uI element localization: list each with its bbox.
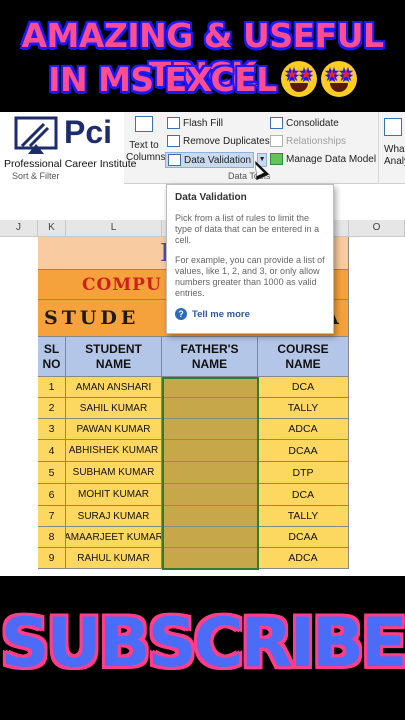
sl-no-cell[interactable]: 3	[38, 419, 66, 440]
consolidate-icon	[270, 117, 283, 129]
course-name-cell[interactable]: TALLY	[258, 398, 349, 419]
help-icon: ?	[175, 308, 187, 320]
manage-data-model-icon	[270, 153, 283, 165]
what-if-analysis-button[interactable]: What Analy	[384, 118, 405, 168]
text-to-columns-label-2: Columns	[126, 152, 166, 163]
manage-data-model-label: Manage Data Model	[286, 153, 377, 165]
column-header-l[interactable]: L	[66, 220, 162, 237]
sl-no-cell[interactable]: 1	[38, 377, 66, 398]
course-name-cell[interactable]: DCAA	[258, 527, 349, 548]
remove-duplicates-button[interactable]: Remove Duplicates	[167, 135, 270, 147]
course-name-cell[interactable]: DTP	[258, 462, 349, 484]
flash-fill-icon	[167, 117, 180, 129]
header-father-name: FATHER'S NAME	[162, 337, 258, 377]
sl-no-cell[interactable]: 2	[38, 398, 66, 419]
student-name-cell[interactable]: AMAARJEET KUMAR	[66, 527, 162, 548]
banner-title-line2: IN MS EXCEL	[0, 60, 405, 100]
data-validation-icon	[168, 154, 181, 166]
manage-data-model-button[interactable]: Manage Data Model	[270, 153, 376, 165]
sl-no-cell[interactable]: 6	[38, 484, 66, 506]
data-validation-tooltip: Data Validation Pick from a list of rule…	[166, 184, 334, 334]
header-father-line2: NAME	[191, 356, 228, 371]
star-eyes-emoji-icon	[280, 60, 317, 97]
header-student-line1: STUDENT	[85, 341, 142, 356]
consolidate-label: Consolidate	[286, 117, 339, 129]
header-course-line1: COURSE	[277, 341, 329, 356]
what-if-analysis-icon	[384, 118, 402, 136]
header-sl-line1: SL	[43, 341, 60, 356]
sl-no-cell[interactable]: 7	[38, 506, 66, 527]
flash-fill-button[interactable]: Flash Fill	[167, 117, 223, 129]
tell-me-more-link[interactable]: ? Tell me more	[175, 308, 325, 320]
father-name-cell[interactable]	[162, 377, 258, 398]
header-course-line2: NAME	[285, 356, 321, 371]
father-name-cell[interactable]	[162, 484, 258, 506]
father-name-cell[interactable]	[162, 548, 258, 569]
father-name-cell[interactable]	[162, 398, 258, 419]
remove-duplicates-icon	[167, 135, 180, 147]
header-student-name: STUDENT NAME	[66, 337, 162, 377]
student-name-cell[interactable]: SURAJ KUMAR	[66, 506, 162, 527]
header-sl-line2: NO	[42, 356, 61, 371]
tooltip-title: Data Validation	[175, 192, 247, 203]
course-name-cell[interactable]: TALLY	[258, 506, 349, 527]
course-name-cell[interactable]: DCA	[258, 377, 349, 398]
relationships-button[interactable]: Relationships	[270, 135, 346, 147]
what-if-label-1: What	[384, 144, 405, 155]
relationships-icon	[270, 135, 283, 147]
text-to-columns-label-1: Text to	[129, 140, 159, 151]
data-validation-highlight: Data Validation	[165, 152, 255, 168]
student-name-cell[interactable]: AMAN ANSHARI	[66, 377, 162, 398]
student-name-cell[interactable]: SUBHAM KUMAR	[66, 462, 162, 484]
tell-me-more-label: Tell me more	[192, 308, 250, 320]
sl-no-cell[interactable]: 8	[38, 527, 66, 548]
header-student-line2: NAME	[95, 356, 132, 371]
excel-ribbon: Pci Professional Career Institute Sort &…	[0, 112, 405, 184]
data-validation-label: Data Validation	[184, 154, 252, 166]
course-name-cell[interactable]: ADCA	[258, 419, 349, 440]
flash-fill-label: Flash Fill	[183, 117, 224, 129]
course-name-cell[interactable]: ADCA	[258, 548, 349, 569]
banner-title-line2-text: IN MS EXCEL	[48, 60, 277, 99]
logo-subtitle: Professional Career Institute	[4, 158, 137, 170]
student-name-cell[interactable]: PAWAN KUMAR	[66, 419, 162, 440]
course-name-cell[interactable]: DCA	[258, 484, 349, 506]
course-name-cell[interactable]: DCAA	[258, 440, 349, 462]
column-header-k[interactable]: K	[38, 220, 66, 237]
tooltip-body-2: For example, you can provide a list of v…	[175, 255, 325, 298]
star-eyes-emoji-icon	[320, 60, 357, 97]
header-course-name: COURSE NAME	[258, 337, 349, 377]
father-name-cell[interactable]	[162, 462, 258, 484]
sl-no-cell[interactable]: 5	[38, 462, 66, 484]
tooltip-body-1: Pick from a list of rules to limit the t…	[175, 213, 320, 245]
father-name-cell[interactable]	[162, 527, 258, 548]
student-name-cell[interactable]: RAHUL KUMAR	[66, 548, 162, 569]
father-name-cell[interactable]	[162, 419, 258, 440]
column-header-o[interactable]: O	[349, 220, 405, 237]
header-sl-no: SL NO	[38, 337, 66, 377]
column-header-j[interactable]: J	[0, 220, 38, 237]
text-to-columns-button[interactable]: Text to Columns	[126, 116, 166, 170]
consolidate-button[interactable]: Consolidate	[270, 117, 339, 129]
student-name-cell[interactable]: SAHIL KUMAR	[66, 398, 162, 419]
sort-filter-group-label: Sort & Filter	[12, 171, 60, 181]
father-name-cell[interactable]	[162, 440, 258, 462]
sl-no-cell[interactable]: 4	[38, 440, 66, 462]
student-title-text: STUDE	[44, 307, 140, 329]
student-name-cell[interactable]: MOHIT KUMAR	[66, 484, 162, 506]
logo-text: Pci	[64, 114, 113, 150]
pci-logo-icon	[14, 116, 58, 154]
text-to-columns-icon	[135, 116, 153, 132]
student-name-cell[interactable]: ABHISHEK KUMAR	[66, 440, 162, 462]
top-banner: AMAZING & USEFUL TRICK IN MS EXCEL	[0, 0, 405, 112]
bottom-banner: SUBSCRIBE	[0, 576, 405, 720]
header-father-line1: FATHER'S	[180, 341, 239, 356]
remove-duplicates-label: Remove Duplicates	[183, 135, 270, 147]
father-name-cell[interactable]	[162, 506, 258, 527]
subscribe-text: SUBSCRIBE	[0, 604, 405, 683]
sl-no-cell[interactable]: 9	[38, 548, 66, 569]
relationships-label: Relationships	[286, 135, 347, 147]
what-if-label-2: Analy	[384, 156, 405, 167]
